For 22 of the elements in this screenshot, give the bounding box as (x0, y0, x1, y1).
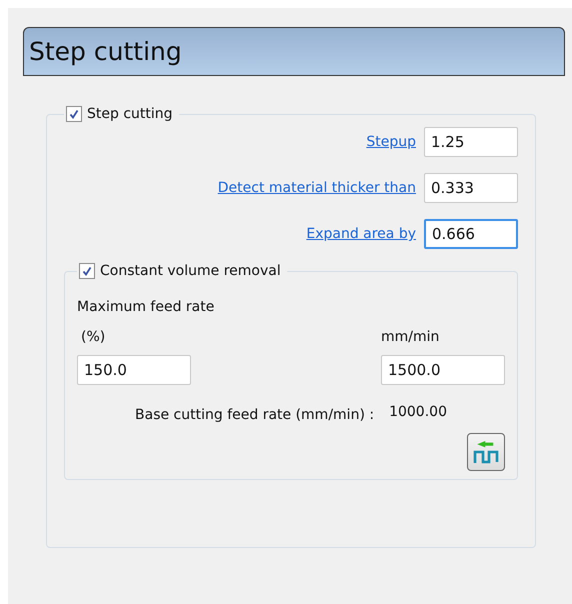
rate-field[interactable]: 1500.0 (381, 355, 505, 385)
step-icon-button[interactable] (467, 433, 505, 471)
unit-label: mm/min (381, 329, 440, 345)
checkbox-label: Constant volume removal (100, 263, 281, 279)
base-rate-value: 1000.00 (389, 404, 447, 420)
value-field[interactable]: 0.666 (424, 219, 518, 249)
section-heading: Maximum feed rate (77, 299, 216, 315)
panel-title: Step cutting (23, 27, 565, 76)
step-cutting-checkbox[interactable] (66, 106, 82, 122)
parameter-link[interactable]: Stepup (366, 134, 416, 150)
constant-volume-checkbox[interactable] (79, 263, 95, 279)
value-field[interactable]: 1.25 (424, 127, 518, 157)
parameter-link[interactable]: Detect material thicker than (218, 180, 416, 196)
check-icon (69, 109, 79, 119)
parameter-link[interactable]: Expand area by (306, 226, 416, 242)
unit-label: (%) (80, 329, 106, 345)
step-arrow-icon (472, 438, 500, 466)
base-rate-label: Base cutting feed rate (mm/min) : (135, 407, 374, 423)
value-field[interactable]: 0.333 (424, 173, 518, 203)
checkbox-label: Step cutting (87, 106, 173, 122)
percent-field[interactable]: 150.0 (77, 355, 191, 385)
check-icon (82, 266, 92, 276)
